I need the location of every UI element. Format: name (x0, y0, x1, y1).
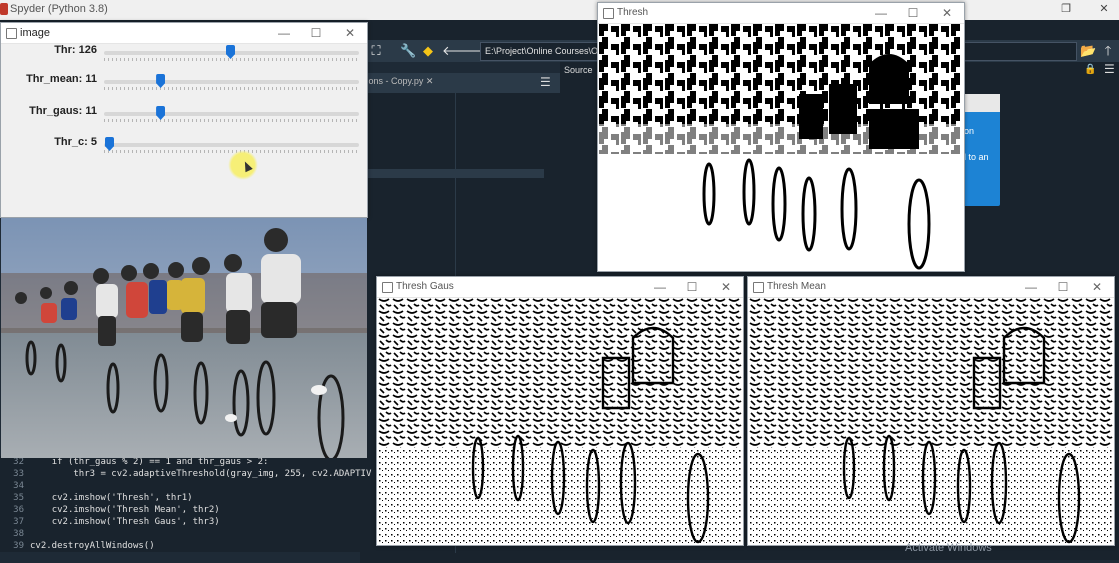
folder-icon[interactable]: 📂 (1080, 43, 1096, 59)
trackbar-label: Thr_mean: 11 (26, 73, 97, 85)
code-text: cv2.imshow('Thresh Gaus', thr3) (51, 517, 220, 527)
code-text: thr3 = cv2.adaptiveThreshold(gray_img, 2… (73, 469, 372, 479)
thresh-window: Thresh — ☐ ✕ (597, 2, 965, 272)
close-icon[interactable]: ✕ (1090, 280, 1104, 294)
image-window: image — ☐ ✕ Thr: 126 Thr_mean: 11 Thr_gaus… (0, 22, 368, 458)
minimize-icon[interactable]: — (653, 280, 667, 294)
thresh-mean-window: Thresh Mean — ☐ ✕ (747, 276, 1115, 546)
maximize-icon[interactable]: ☐ (1056, 280, 1070, 294)
forward-arrow-icon[interactable]: 🡒 (462, 43, 497, 59)
editor-tabbar: tions - Copy.py ✕ ☰ (360, 73, 560, 94)
line-number: 34 (13, 481, 24, 491)
cyclists-photo (1, 218, 367, 458)
thresh-window-title: Thresh (617, 7, 649, 18)
code-line: 34 (0, 480, 30, 492)
minimize-icon[interactable]: — (1024, 280, 1038, 294)
trackbar-ticks (104, 58, 359, 61)
trackbar-label: Thr: 126 (54, 44, 97, 56)
trackbar-handle[interactable] (156, 106, 166, 120)
trackbar-handle[interactable] (105, 137, 114, 151)
code-line: 37 cv2.imshow('Thresh Gaus', thr3) (0, 516, 220, 528)
trackbar-track[interactable] (104, 112, 359, 116)
window-icon (382, 282, 393, 293)
maximize-pane-icon[interactable]: ⛶ (368, 43, 384, 59)
source-label: Source (564, 65, 593, 75)
trackbar-handle[interactable] (156, 74, 166, 88)
window-icon (6, 28, 17, 39)
lock-icon[interactable]: 🔒 (1084, 64, 1096, 75)
thresh-gaus-window-titlebar: Thresh Gaus — ☐ ✕ (377, 277, 743, 298)
info-popup-header (960, 94, 1000, 112)
code-text: cv2.imshow('Thresh Mean', thr2) (51, 505, 220, 515)
image-window-title: image (20, 27, 50, 39)
editor-menu-icon[interactable]: ☰ (540, 75, 551, 89)
trackbar-ticks (104, 150, 359, 153)
editor-current-line (368, 169, 544, 178)
trackbar-handle[interactable] (226, 45, 235, 59)
close-icon[interactable]: ✕ (1096, 2, 1112, 15)
thresh-window-titlebar: Thresh — ☐ ✕ (598, 3, 964, 24)
spyder-title: Spyder (Python 3.8) (10, 3, 108, 15)
thresh-binary-image (599, 24, 963, 270)
close-icon[interactable]: ✕ (343, 26, 357, 40)
restore-icon[interactable]: ❐ (1058, 2, 1074, 15)
thresh-mean-binary-image (749, 298, 1113, 544)
tab-close-icon[interactable]: ✕ (426, 76, 434, 86)
editor-tab-label: tions - Copy.py (364, 76, 424, 86)
python-icon[interactable]: ◆ (420, 43, 436, 59)
trackbar-track[interactable] (104, 80, 359, 84)
window-icon (753, 282, 764, 293)
maximize-icon[interactable]: ☐ (906, 6, 920, 20)
working-directory-input[interactable]: E:\Project\Online Courses\OpenC (480, 42, 606, 61)
code-line: 36 cv2.imshow('Thresh Mean', thr2) (0, 504, 220, 516)
spyder-app-icon (0, 3, 8, 15)
code-line: 38 (0, 528, 30, 540)
pane-menu-icon[interactable]: ☰ (1104, 62, 1115, 76)
line-number: 37 (13, 517, 24, 527)
code-editor[interactable]: 32 if (thr_gaus % 2) == 1 and thr_gaus >… (0, 456, 376, 552)
thresh-gaus-window-title: Thresh Gaus (396, 281, 454, 292)
code-text: cv2.imshow('Thresh', thr1) (51, 493, 193, 503)
code-text: cv2.destroyAllWindows() (30, 541, 155, 551)
code-line: 35 cv2.imshow('Thresh', thr1) (0, 492, 193, 504)
thresh-gaus-window: Thresh Gaus — ☐ ✕ (376, 276, 744, 546)
maximize-icon[interactable]: ☐ (309, 26, 323, 40)
minimize-icon[interactable]: — (874, 6, 888, 20)
close-icon[interactable]: ✕ (940, 6, 954, 20)
code-line: 39 cv2.destroyAllWindows() (0, 540, 155, 552)
close-icon[interactable]: ✕ (719, 280, 733, 294)
activate-windows-watermark: Activate Windows (905, 542, 992, 554)
line-number: 35 (13, 493, 24, 503)
line-number: 39 (13, 541, 24, 551)
editor-tab[interactable]: tions - Copy.py ✕ (364, 76, 433, 87)
line-number: 38 (13, 529, 24, 539)
info-popup-text-1: on (964, 126, 975, 136)
trackbar-track[interactable] (104, 143, 359, 147)
window-icon (603, 8, 614, 19)
image-window-titlebar: image — ☐ ✕ (1, 23, 367, 44)
line-number: 33 (13, 469, 24, 479)
minimize-icon[interactable]: — (277, 26, 291, 40)
back-arrow-icon[interactable]: 🡐 (442, 43, 477, 59)
trackbar-ticks (104, 119, 359, 122)
thresh-mean-window-titlebar: Thresh Mean — ☐ ✕ (748, 277, 1114, 298)
thresh-mean-window-title: Thresh Mean (767, 281, 826, 292)
line-number: 36 (13, 505, 24, 515)
trackbar-ticks (104, 87, 359, 90)
maximize-icon[interactable]: ☐ (685, 280, 699, 294)
trackbar-label: Thr_c: 5 (54, 136, 97, 148)
toolbar-right-input[interactable] (960, 42, 1077, 61)
code-line: 33 thr3 = cv2.adaptiveThreshold(gray_img… (0, 468, 371, 480)
info-popup: on l to an (960, 94, 1000, 206)
info-popup-text-2: l to an (964, 152, 989, 162)
code-text: if (thr_gaus % 2) == 1 and thr_gaus > 2: (51, 457, 269, 467)
trackbar-label: Thr_gaus: 11 (29, 105, 97, 117)
wrench-icon[interactable]: 🔧 (400, 43, 416, 59)
up-arrow-icon[interactable]: 🡑 (1100, 43, 1116, 59)
thresh-gaus-binary-image (378, 298, 742, 544)
